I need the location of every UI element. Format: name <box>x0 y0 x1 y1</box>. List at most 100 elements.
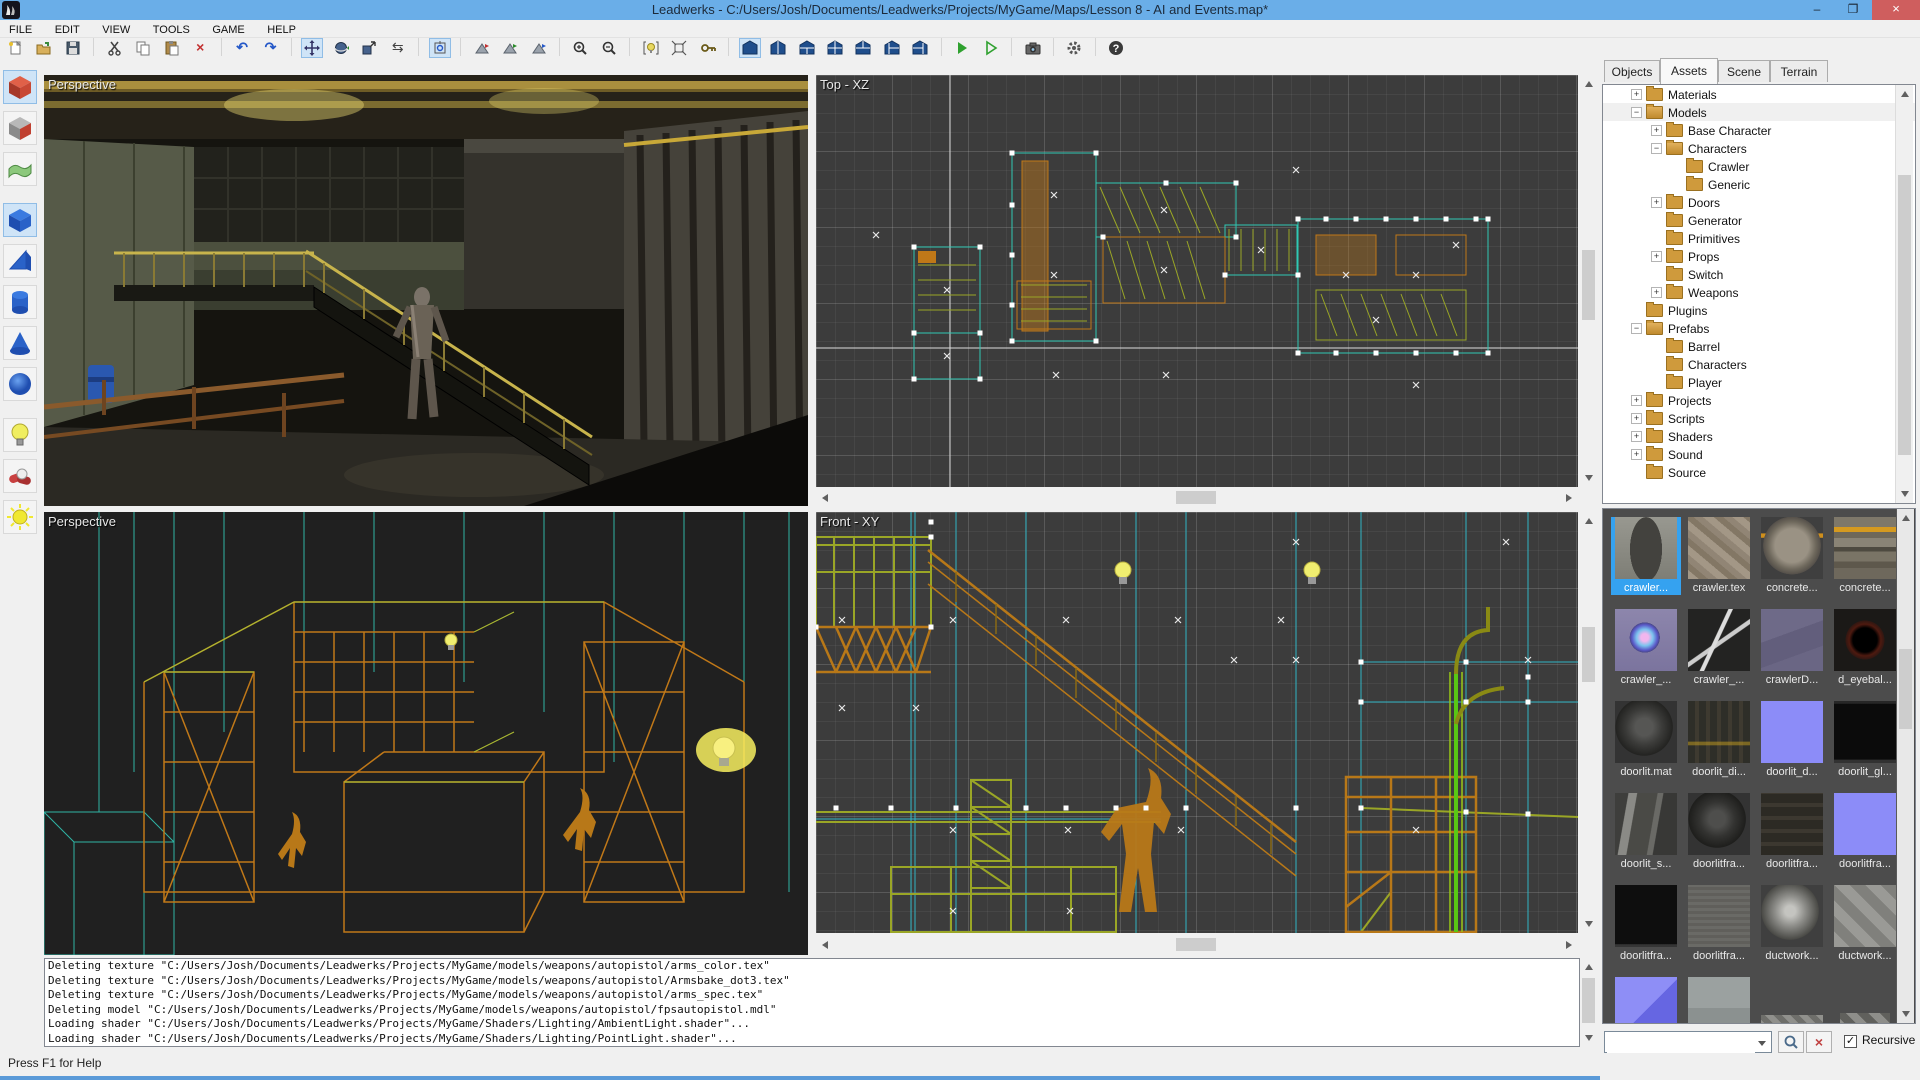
expander-icon[interactable] <box>1631 89 1642 100</box>
minimize-button[interactable]: – <box>1800 0 1834 20</box>
layout-2-button[interactable] <box>767 38 789 58</box>
tree-item-barrel[interactable]: Barrel <box>1603 337 1915 355</box>
asset-item[interactable]: doorlitfra... <box>1684 793 1754 871</box>
tree-item-generator[interactable]: Generator <box>1603 211 1915 229</box>
tree-item-characters[interactable]: Characters <box>1603 139 1915 157</box>
asset-item[interactable]: crawler_... <box>1611 609 1681 687</box>
translate-tool-button[interactable] <box>301 38 323 58</box>
asset-item[interactable]: doorlit_gl... <box>1830 701 1900 779</box>
expand-button[interactable] <box>668 38 690 58</box>
redo-button[interactable]: ↷ <box>260 38 282 58</box>
expander-icon[interactable] <box>1631 431 1642 442</box>
menu-help[interactable]: HELP <box>258 22 305 39</box>
layout-3-button[interactable] <box>796 38 818 58</box>
search-combobox[interactable] <box>1604 1031 1772 1053</box>
asset-item[interactable]: ductwork... <box>1757 885 1827 963</box>
tree-item-switch[interactable]: Switch <box>1603 265 1915 283</box>
viewport-front-xy[interactable]: Front - XY <box>816 512 1578 933</box>
tree-item-prefabs[interactable]: Prefabs <box>1603 319 1915 337</box>
directional-light-tool[interactable] <box>3 500 37 534</box>
play-button[interactable] <box>951 38 973 58</box>
menu-game[interactable]: GAME <box>203 22 253 39</box>
expander-icon[interactable] <box>1651 251 1662 262</box>
tab-assets[interactable]: Assets <box>1660 58 1718 84</box>
asset-item[interactable]: doorlit_di... <box>1684 701 1754 779</box>
search-button[interactable] <box>1778 1031 1804 1053</box>
tree-item-characters-prefab[interactable]: Characters <box>1603 355 1915 373</box>
asset-item[interactable] <box>1757 977 1827 1024</box>
asset-item[interactable]: crawlerD... <box>1757 609 1827 687</box>
vertex-tool-button[interactable] <box>429 38 451 58</box>
menu-edit[interactable]: EDIT <box>46 22 89 39</box>
save-button[interactable] <box>62 38 84 58</box>
layout-5-button[interactable] <box>852 38 874 58</box>
terrain-patch-tool[interactable] <box>3 152 37 186</box>
clear-search-button[interactable]: × <box>1806 1031 1832 1053</box>
expander-icon[interactable] <box>1631 395 1642 406</box>
asset-item[interactable]: d_eyebal... <box>1830 609 1900 687</box>
layout-6-button[interactable] <box>881 38 903 58</box>
asset-item[interactable]: ductwork... <box>1830 885 1900 963</box>
expander-icon[interactable] <box>1631 449 1642 460</box>
tree-item-scripts[interactable]: Scripts <box>1603 409 1915 427</box>
expander-icon[interactable] <box>1631 413 1642 424</box>
tree-item-base-character[interactable]: Base Character <box>1603 121 1915 139</box>
tree-item-plugins[interactable]: Plugins <box>1603 301 1915 319</box>
key-button[interactable] <box>697 38 719 58</box>
viewport-top-xz[interactable]: Top - XZ <box>816 75 1578 487</box>
tree-item-generic[interactable]: Generic <box>1603 175 1915 193</box>
vertical-splitter[interactable] <box>808 75 816 955</box>
asset-item[interactable] <box>1611 977 1681 1024</box>
asset-item[interactable]: doorlit_d... <box>1757 701 1827 779</box>
restore-button[interactable]: ❐ <box>1836 0 1870 20</box>
point-light-tool[interactable] <box>3 418 37 452</box>
particle-emitter-tool[interactable] <box>3 459 37 493</box>
rotate-tool-button[interactable] <box>330 38 352 58</box>
expander-icon[interactable] <box>1651 287 1662 298</box>
tree-item-source[interactable]: Source <box>1603 463 1915 481</box>
horizontal-splitter[interactable] <box>44 506 1578 512</box>
expander-icon[interactable] <box>1651 197 1662 208</box>
delete-button[interactable]: × <box>189 38 211 58</box>
asset-item[interactable]: concrete... <box>1830 517 1900 595</box>
cut-button[interactable] <box>104 38 126 58</box>
menu-file[interactable]: FILE <box>0 22 41 39</box>
tree-item-props[interactable]: Props <box>1603 247 1915 265</box>
asset-item[interactable]: doorlitfra... <box>1684 885 1754 963</box>
viewport-perspective-wireframe[interactable]: Perspective <box>44 512 808 955</box>
sphere-primitive-tool[interactable] <box>3 367 37 401</box>
layout-1-button[interactable] <box>739 38 761 58</box>
tree-scrollbar[interactable] <box>1895 85 1913 503</box>
tab-objects[interactable]: Objects <box>1604 60 1660 82</box>
csg-cube-tool[interactable] <box>3 111 37 145</box>
tree-item-primitives[interactable]: Primitives <box>1603 229 1915 247</box>
wedge-primitive-tool[interactable] <box>3 244 37 278</box>
align-x-button[interactable] <box>471 38 493 58</box>
search-input[interactable] <box>1607 1033 1755 1053</box>
asset-item[interactable]: crawler_... <box>1684 609 1754 687</box>
asset-item[interactable]: doorlitfra... <box>1830 793 1900 871</box>
tree-item-player[interactable]: Player <box>1603 373 1915 391</box>
help-button[interactable]: ? <box>1105 38 1127 58</box>
options-button[interactable] <box>1063 38 1085 58</box>
light-probe-button[interactable] <box>640 38 662 58</box>
menu-tools[interactable]: TOOLS <box>144 22 199 39</box>
new-button[interactable] <box>5 38 27 58</box>
tree-item-crawler[interactable]: Crawler <box>1603 157 1915 175</box>
layout-4-button[interactable] <box>824 38 846 58</box>
layout-7-button[interactable] <box>909 38 931 58</box>
menu-view[interactable]: VIEW <box>93 22 139 39</box>
undo-button[interactable]: ↶ <box>231 38 253 58</box>
zoom-in-button[interactable] <box>569 38 591 58</box>
front-xy-vertical-scrollbar[interactable] <box>1580 512 1597 933</box>
brush-cube-tool[interactable] <box>3 70 37 104</box>
paste-button[interactable] <box>161 38 183 58</box>
asset-item[interactable] <box>1684 977 1754 1024</box>
zoom-out-button[interactable] <box>598 38 620 58</box>
console-scrollbar[interactable] <box>1580 958 1597 1047</box>
expander-icon[interactable] <box>1651 143 1662 154</box>
asset-item[interactable]: concrete... <box>1757 517 1827 595</box>
asset-item[interactable] <box>1830 977 1900 1024</box>
tree-item-shaders[interactable]: Shaders <box>1603 427 1915 445</box>
cone-primitive-tool[interactable] <box>3 326 37 360</box>
